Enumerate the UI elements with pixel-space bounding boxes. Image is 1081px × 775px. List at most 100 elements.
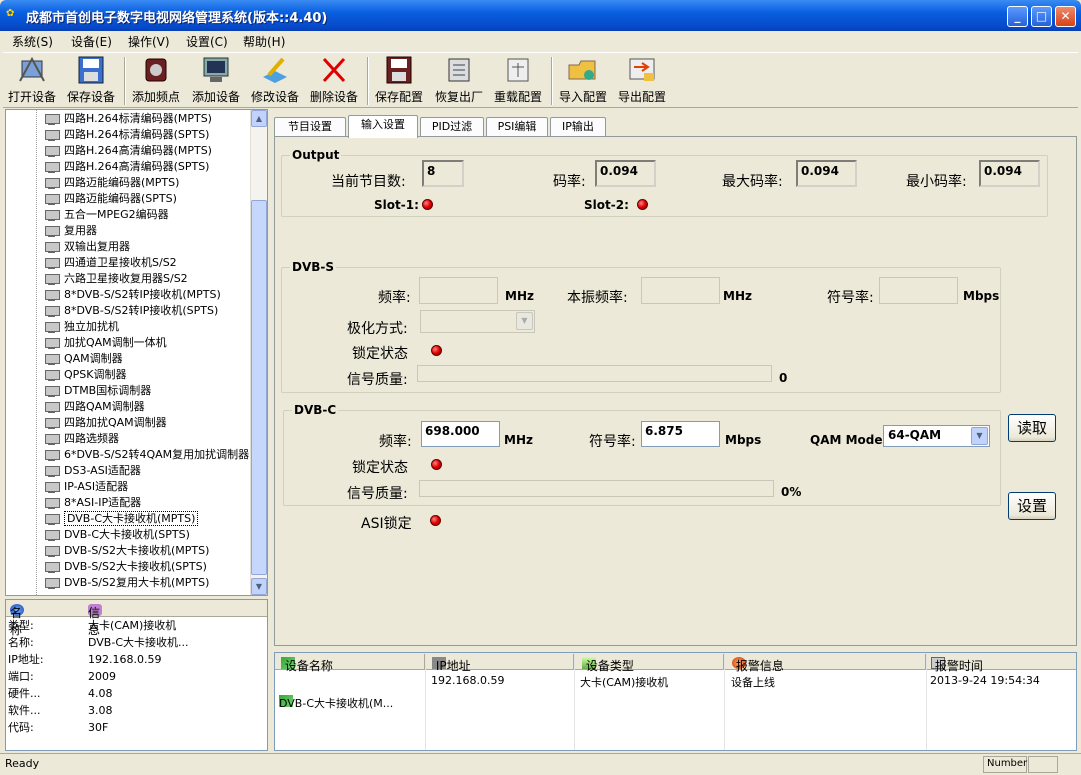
dvbs-title: DVB-S xyxy=(290,260,337,274)
qam-mode-select[interactable]: 64-QAM ▼ xyxy=(883,425,990,447)
tree-item[interactable]: 8*ASI-IP适配器 xyxy=(44,495,141,511)
tab-psi-edit[interactable]: PSI编辑 xyxy=(486,117,548,137)
scroll-down-button[interactable]: ▼ xyxy=(251,578,267,595)
tree-item-label: 五合一MPEG2编码器 xyxy=(64,208,169,221)
tree-item[interactable]: 五合一MPEG2编码器 xyxy=(44,207,169,223)
tree-item[interactable]: 四路H.264高清编码器(MPTS) xyxy=(44,143,212,159)
alarm-col-ip[interactable]: IP地址 xyxy=(432,655,471,673)
menu-operation[interactable]: 操作(V) xyxy=(128,33,170,50)
device-icon xyxy=(44,273,60,285)
add-device-button[interactable]: 添加设备 xyxy=(187,55,245,107)
tree-item[interactable]: 8*DVB-S/S2转IP接收机(MPTS) xyxy=(44,287,221,303)
tab-program-settings[interactable]: 节目设置 xyxy=(274,117,346,137)
read-button[interactable]: 读取 xyxy=(1008,414,1056,442)
tree-item[interactable]: 8*DVB-S/S2转IP接收机(SPTS) xyxy=(44,303,218,319)
tab-input-settings[interactable]: 输入设置 xyxy=(348,115,418,138)
tree-item-label: DS3-ASI适配器 xyxy=(64,464,141,477)
device-icon xyxy=(44,401,60,413)
tree-item[interactable]: IP-ASI适配器 xyxy=(44,479,128,495)
tree-item[interactable]: DVB-S/S2大卡接收机(MPTS) xyxy=(44,543,209,559)
tree-item-label: 四路H.264高清编码器(SPTS) xyxy=(64,160,210,173)
alarm-col-alarm-time[interactable]: 报警时间 xyxy=(931,655,983,673)
menu-settings[interactable]: 设置(C) xyxy=(186,33,228,50)
add-frequency-button[interactable]: 添加频点 xyxy=(127,55,185,107)
close-button[interactable]: ✕ xyxy=(1055,6,1076,27)
dvbc-freq-input[interactable]: 698.000 xyxy=(421,421,500,447)
window-title: 成都市首创电子数字电视网络管理系统(版本::4.40) xyxy=(26,11,328,26)
device-tree[interactable]: 四路H.264标清编码器(MPTS) 四路H.264标清编码器(SPTS) 四路H.… xyxy=(5,109,268,596)
toolbar-separator xyxy=(124,57,126,105)
reload-config-button[interactable]: 重载配置 xyxy=(489,55,547,107)
maximize-button[interactable]: □ xyxy=(1031,6,1052,27)
tree-item[interactable]: QPSK调制器 xyxy=(44,367,127,383)
open-device-button[interactable]: 打开设备 xyxy=(3,55,61,107)
device-icon xyxy=(44,449,60,461)
min-bitrate-field: 0.094 xyxy=(979,160,1040,187)
tree-item[interactable]: 四通道卫星接收机S/S2 xyxy=(44,255,177,271)
scroll-up-button[interactable]: ▲ xyxy=(251,110,267,127)
tree-item[interactable]: 四路加扰QAM调制器 xyxy=(44,415,167,431)
tree-item-label: 6*DVB-S/S2转4QAM复用加扰调制器 xyxy=(64,448,250,461)
save-device-button[interactable]: 保存设备 xyxy=(62,55,120,107)
tree-item[interactable]: DS3-ASI适配器 xyxy=(44,463,141,479)
factory-reset-button[interactable]: 恢复出厂 xyxy=(430,55,488,107)
menu-help[interactable]: 帮助(H) xyxy=(243,33,285,50)
menu-system[interactable]: 系统(S) xyxy=(12,33,53,50)
dvbs-lo-input[interactable] xyxy=(641,277,720,304)
tree-item-label: 四路迈能编码器(MPTS) xyxy=(64,176,180,189)
tree-item[interactable]: 6*DVB-S/S2转4QAM复用加扰调制器 xyxy=(44,447,249,463)
save-config-icon xyxy=(383,55,415,85)
tree-item[interactable]: 四路H.264标清编码器(SPTS) xyxy=(44,127,209,143)
alarm-col-device-type[interactable]: 设备类型 xyxy=(582,655,634,673)
edit-device-button[interactable]: 修改设备 xyxy=(246,55,304,107)
tree-item[interactable]: DVB-C大卡接收机(SPTS) xyxy=(44,527,190,543)
device-icon xyxy=(44,385,60,397)
tab-ip-output[interactable]: IP输出 xyxy=(550,117,606,137)
device-icon xyxy=(44,465,60,477)
export-config-button[interactable]: 导出配置 xyxy=(613,55,671,107)
polarization-select[interactable]: ▼ xyxy=(420,310,535,333)
tree-item-label: 四路H.264标清编码器(SPTS) xyxy=(64,128,210,141)
tree-item[interactable]: DVB-S/S2复用大卡机(MPTS) xyxy=(44,575,209,591)
reload-config-icon xyxy=(502,55,534,85)
tree-item[interactable]: 四路迈能编码器(SPTS) xyxy=(44,191,177,207)
menu-device[interactable]: 设备(E) xyxy=(71,33,112,50)
tree-item[interactable]: 双输出复用器 xyxy=(44,239,130,255)
dvbs-symbol-input[interactable] xyxy=(879,277,958,304)
device-icon xyxy=(44,433,60,445)
minimize-button[interactable]: _ xyxy=(1007,6,1028,27)
slot2-indicator xyxy=(637,199,648,210)
set-button[interactable]: 设置 xyxy=(1008,492,1056,520)
tree-item[interactable]: DTMB国标调制器 xyxy=(44,383,151,399)
dvbc-symbol-input[interactable]: 6.875 xyxy=(641,421,720,447)
tree-item[interactable]: 四路选频器 xyxy=(44,431,119,447)
tree-item[interactable]: 四路QAM调制器 xyxy=(44,399,145,415)
save-config-button[interactable]: 保存配置 xyxy=(370,55,428,107)
tree-item[interactable]: QAM调制器 xyxy=(44,351,123,367)
tree-item[interactable]: DVB-C大卡接收机(MPTS) xyxy=(44,511,199,527)
tree-item[interactable]: 四路H.264高清编码器(SPTS) xyxy=(44,159,209,175)
delete-device-button[interactable]: 删除设备 xyxy=(305,55,363,107)
alarm-col-device-name[interactable]: 设备名称 xyxy=(281,655,333,673)
tree-item[interactable]: 四路H.264标清编码器(MPTS) xyxy=(44,111,212,127)
tree-item[interactable]: 六路卫星接收复用器S/S2 xyxy=(44,271,188,287)
tree-item[interactable]: 复用器 xyxy=(44,223,97,239)
polarization-label: 极化方式: xyxy=(347,321,408,337)
program-count-label: 当前节目数: xyxy=(331,174,406,190)
tree-item[interactable]: 独立加扰机 xyxy=(44,319,119,335)
scroll-thumb[interactable] xyxy=(251,200,267,575)
tab-pid-filter[interactable]: PID过滤 xyxy=(420,117,484,137)
title-bar[interactable]: ✿ 成都市首创电子数字电视网络管理系统(版本::4.40) _ □ ✕ xyxy=(0,0,1081,31)
device-icon xyxy=(44,113,60,125)
alarm-col-alarm-info[interactable]: 报警信息 xyxy=(732,655,784,673)
alarm-list[interactable]: 设备名称 IP地址 设备类型 报警信息 报警时间 DVB-C大卡接收机(M...… xyxy=(274,652,1077,751)
tree-item[interactable]: DVB-S/S2大卡接收机(SPTS) xyxy=(44,559,207,575)
open-device-icon xyxy=(16,55,48,85)
dvbs-freq-input[interactable] xyxy=(419,277,498,304)
tree-item[interactable]: 加扰QAM调制一体机 xyxy=(44,335,167,351)
device-icon xyxy=(44,161,60,173)
import-config-button[interactable]: 导入配置 xyxy=(554,55,612,107)
tree-scrollbar[interactable]: ▲ ▼ xyxy=(250,110,267,595)
tree-item[interactable]: 四路迈能编码器(MPTS) xyxy=(44,175,179,191)
tree-item-label: 加扰QAM调制一体机 xyxy=(64,336,167,349)
